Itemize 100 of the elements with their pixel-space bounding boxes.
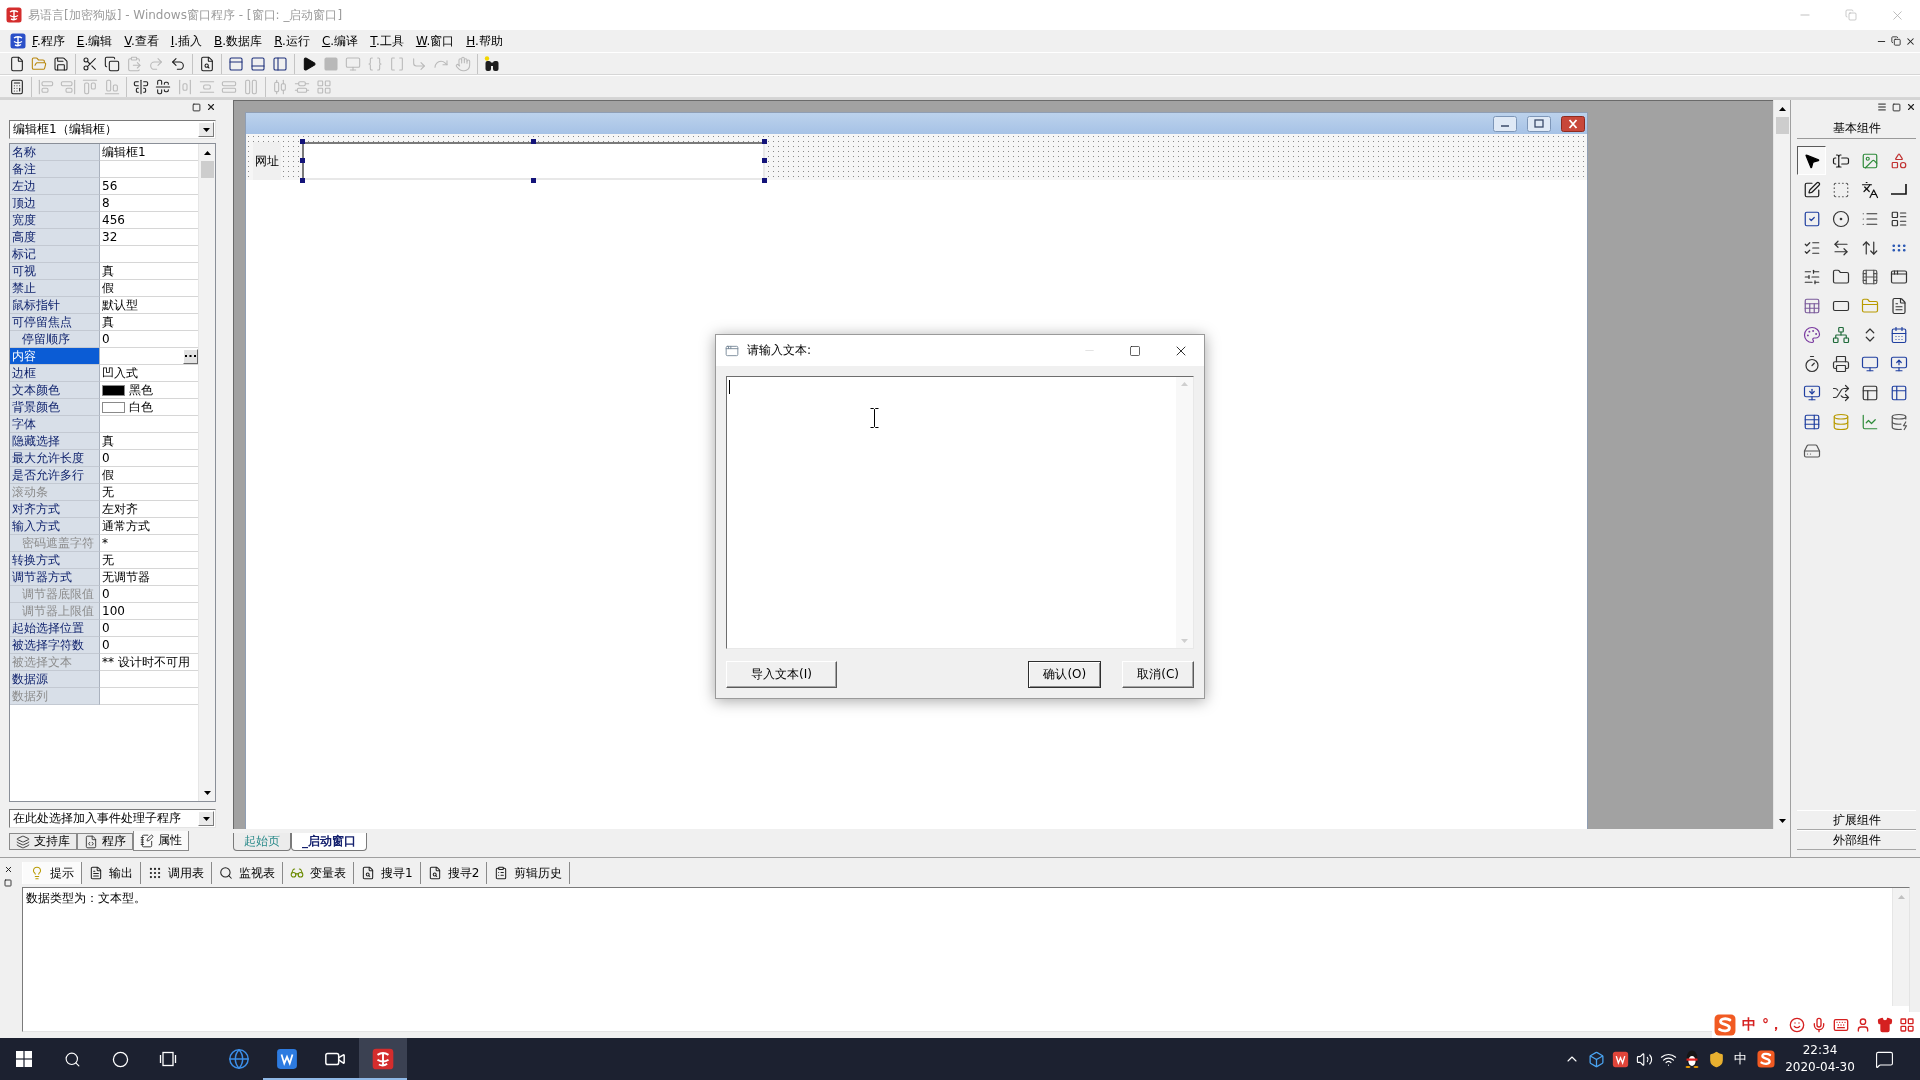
calculator-icon[interactable] (9, 78, 25, 95)
file-search-icon[interactable] (199, 55, 215, 72)
property-name[interactable]: 鼠标指针 (10, 297, 100, 314)
undo-icon[interactable] (170, 55, 186, 72)
property-name[interactable]: 边框 (10, 365, 100, 382)
property-name[interactable]: 字体 (10, 416, 100, 433)
close-icon[interactable] (1905, 35, 1916, 47)
task-view-icon[interactable] (159, 1051, 177, 1067)
property-name[interactable]: 顶边 (10, 195, 100, 212)
punctuation-mode[interactable]: °， (1762, 1016, 1783, 1034)
restore-icon[interactable] (1891, 36, 1901, 46)
resize-handle[interactable] (762, 158, 767, 163)
dialog-button[interactable]: 导入文本(I) (726, 661, 837, 688)
component-tool[interactable] (1797, 146, 1826, 175)
cube-icon[interactable] (1587, 1050, 1605, 1068)
taskbar-app[interactable] (359, 1038, 407, 1080)
panel-tab[interactable]: 搜寻1 (354, 862, 421, 884)
property-name[interactable]: 数据源 (10, 671, 100, 688)
property-name[interactable]: 宽度 (10, 212, 100, 229)
menu-icon[interactable] (1877, 102, 1887, 112)
property-name[interactable]: 禁止 (10, 280, 100, 297)
file-icon[interactable] (9, 55, 25, 72)
menu-item[interactable]: V.查看 (118, 32, 165, 50)
panel-left-icon[interactable] (272, 55, 288, 72)
panel-tab[interactable]: 提示 (22, 862, 82, 884)
ellipsis-button[interactable] (183, 348, 198, 364)
property-name[interactable]: 调节器方式 (10, 569, 100, 586)
panel-title[interactable]: 基本组件 (1797, 119, 1916, 139)
menu-item[interactable]: R.运行 (268, 32, 316, 50)
panel-tab[interactable]: 变量表 (283, 862, 354, 884)
user-icon[interactable] (1855, 1017, 1871, 1033)
maximize-icon[interactable] (1129, 344, 1141, 357)
property-name[interactable]: 停留顺序 (10, 331, 100, 348)
property-name[interactable]: 背景颜色 (10, 399, 100, 416)
maximize-icon[interactable] (192, 102, 201, 112)
property-name[interactable]: 输入方式 (10, 518, 100, 535)
speaker-icon[interactable] (1635, 1050, 1653, 1068)
panel-tab[interactable]: 属性 (133, 831, 189, 851)
property-name[interactable]: 文本颜色 (10, 382, 100, 399)
dialog-button[interactable]: 确认(O) (1028, 661, 1102, 688)
center-horizontal-icon[interactable] (133, 78, 149, 95)
menu-item[interactable]: E.编辑 (70, 32, 119, 50)
property-name[interactable]: 名称 (10, 144, 100, 161)
property-name[interactable]: 隐藏选择 (10, 433, 100, 450)
keyboard-icon[interactable] (1833, 1017, 1849, 1033)
scrollbar-thumb[interactable] (1775, 117, 1789, 134)
scrollbar[interactable] (1892, 888, 1909, 1006)
search-icon[interactable] (63, 1050, 81, 1068)
property-name[interactable]: 转换方式 (10, 552, 100, 569)
panel-tab[interactable]: 程序 (77, 833, 133, 850)
panel-tab[interactable]: 调用表 (141, 862, 212, 884)
editor-tab[interactable]: _启动窗口 (291, 833, 367, 851)
ime-mode[interactable]: 中 (1742, 1016, 1756, 1034)
property-name[interactable]: 被选择字符数 (10, 637, 100, 654)
scissors-icon[interactable] (82, 55, 98, 72)
property-name[interactable]: 起始选择位置 (10, 620, 100, 637)
microphone-icon[interactable] (1811, 1017, 1827, 1033)
scrollbar[interactable] (198, 144, 215, 801)
event-dropdown[interactable]: 在此处选择加入事件处理子程序 (9, 809, 216, 828)
copy-icon[interactable] (104, 55, 120, 72)
panel-tab[interactable]: 剪辑历史 (487, 862, 571, 884)
close-icon[interactable] (3, 865, 13, 874)
panel-section[interactable]: 外部组件 (1797, 830, 1916, 850)
property-name[interactable]: 可视 (10, 263, 100, 280)
resize-handle[interactable] (762, 178, 767, 183)
save-icon[interactable] (53, 55, 69, 72)
menu-item[interactable]: C.编译 (315, 32, 365, 50)
property-name[interactable]: 高度 (10, 229, 100, 246)
panel-bottom-icon[interactable] (250, 55, 266, 72)
penguin-icon[interactable] (1684, 1050, 1700, 1068)
shirt-icon[interactable] (1877, 1017, 1893, 1033)
property-name[interactable]: 对齐方式 (10, 501, 100, 518)
object-dropdown[interactable]: 编辑框1（编辑框） (9, 120, 216, 139)
property-name[interactable]: 是否允许多行 (10, 467, 100, 484)
input-field[interactable] (302, 142, 765, 180)
property-name[interactable]: 内容 (10, 348, 100, 365)
grid-icon[interactable] (1899, 1017, 1915, 1033)
dialog-button[interactable]: 取消(C) (1122, 661, 1194, 688)
panel-tab[interactable]: 输出 (82, 862, 141, 884)
scrollbar-thumb[interactable] (200, 161, 214, 178)
play-icon[interactable] (301, 55, 317, 72)
scrollbar[interactable] (1773, 100, 1790, 829)
resize-handle[interactable] (300, 178, 305, 183)
resize-handle[interactable] (300, 158, 305, 163)
shield-icon[interactable] (1707, 1050, 1725, 1068)
binoculars-icon[interactable] (484, 55, 500, 72)
menu-item[interactable]: B.数据库 (208, 32, 269, 50)
notification-icon[interactable] (1874, 1049, 1894, 1069)
panel-section[interactable]: 扩展组件 (1797, 810, 1916, 830)
menu-item[interactable]: H.帮助 (460, 32, 509, 50)
text-input-field[interactable] (726, 376, 1194, 649)
panel-tab[interactable]: 支持库 (9, 833, 77, 850)
menu-item[interactable]: I.插入 (164, 32, 209, 50)
circle-icon[interactable] (111, 1050, 129, 1068)
resize-handle[interactable] (531, 139, 536, 144)
app-tile-icon[interactable] (1611, 1050, 1629, 1068)
logo-icon[interactable] (1757, 1050, 1775, 1068)
close-icon[interactable] (206, 102, 216, 112)
menu-item[interactable]: T.工具 (364, 32, 410, 50)
property-name[interactable]: 标记 (10, 246, 100, 263)
